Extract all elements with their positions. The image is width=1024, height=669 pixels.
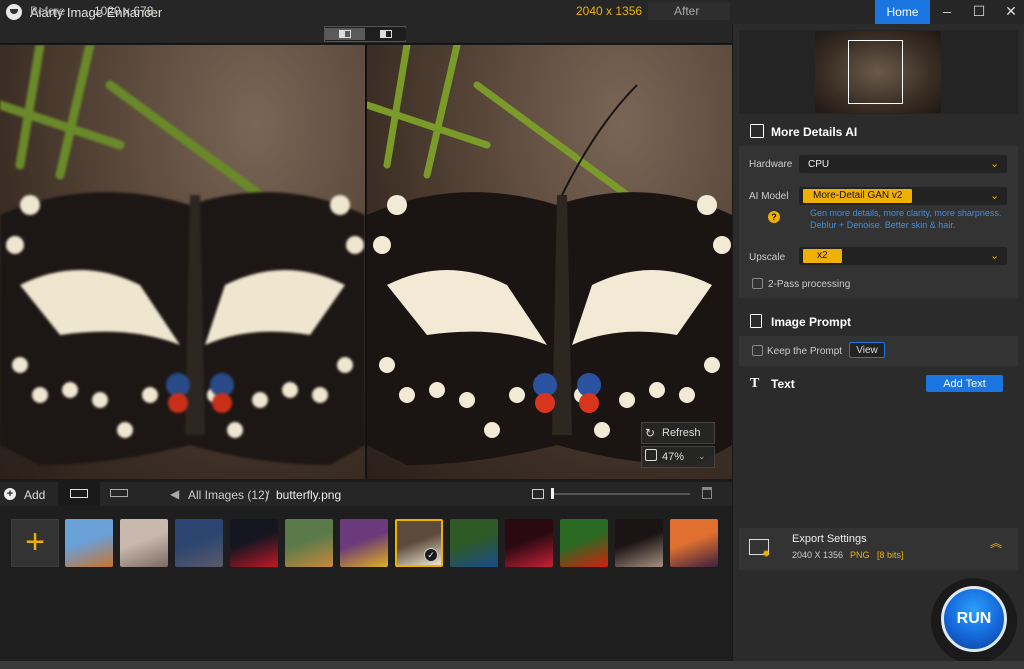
more-details-title: More Details AI [771, 125, 858, 139]
current-file-name: butterfly.png [276, 488, 342, 502]
keep-prompt-checkbox[interactable] [752, 345, 763, 356]
close-icon[interactable]: ✕ [995, 0, 1024, 24]
export-settings-panel[interactable] [739, 528, 1018, 570]
selected-check-icon: ✓ [424, 548, 438, 562]
image-size-icon [532, 489, 544, 499]
chevron-up-icon[interactable]: ︽ [990, 537, 1002, 549]
export-bit-depth: [8 bits] [877, 550, 904, 560]
split-view-icon [339, 30, 351, 38]
refresh-icon: ↻ [645, 426, 656, 440]
two-pass-checkbox[interactable] [752, 278, 763, 289]
thumbnail-sunset-street[interactable] [670, 519, 718, 567]
after-image [367, 45, 732, 479]
text-title: Text [771, 377, 795, 391]
after-size: 2040 x 1356 [576, 4, 643, 18]
document-icon [750, 314, 762, 328]
compare-divider[interactable] [365, 45, 367, 479]
ai-model-label: AI Model [749, 191, 789, 202]
text-icon: T [750, 376, 760, 391]
chevron-down-icon: ⌄ [990, 190, 1000, 202]
thumbnail-woman-portrait[interactable] [120, 519, 168, 567]
export-settings-title: Export Settings [792, 533, 867, 545]
add-image-button[interactable]: + [11, 519, 59, 567]
gear-icon: ✹ [762, 549, 771, 560]
before-label: Before [30, 4, 66, 18]
two-pass-label: 2-Pass processing [768, 279, 851, 290]
ai-model-value: More-Detail GAN v2 [803, 189, 913, 203]
thumbnail-bird-flowers[interactable] [340, 519, 388, 567]
chevron-down-icon: ⌄ [990, 158, 1000, 170]
thumbnail-red-rose[interactable] [230, 519, 278, 567]
minimize-icon[interactable]: – [931, 0, 963, 24]
back-arrow-icon[interactable]: ◀ [170, 487, 179, 501]
before-size: 1020 x 678 [94, 4, 154, 18]
status-bar [0, 661, 1024, 669]
refresh-label: Refresh [662, 427, 701, 439]
upscale-value: x2 [803, 249, 842, 263]
thumbnail-red-flowers[interactable] [505, 519, 553, 567]
add-button[interactable]: Add [24, 488, 45, 502]
zoom-icon [645, 449, 657, 461]
filmstrip-view-icon[interactable] [110, 489, 128, 497]
view-button[interactable]: View [849, 342, 885, 358]
home-button[interactable]: Home [875, 0, 930, 24]
add-text-button[interactable]: Add Text [926, 375, 1003, 392]
thumbnail-blue-bird[interactable] [450, 519, 498, 567]
help-icon[interactable]: ? [768, 211, 780, 223]
grid-view-icon [70, 489, 88, 498]
zoom-value: 47% [662, 451, 685, 463]
app-logo-icon [6, 4, 22, 20]
thumbnail-florence[interactable] [65, 519, 113, 567]
maximize-icon[interactable]: ☐ [963, 0, 995, 24]
all-images-link[interactable]: All Images (12) [188, 488, 269, 502]
thumbnail-tiger[interactable] [285, 519, 333, 567]
breadcrumb-separator: / [266, 488, 270, 502]
after-label: After [674, 4, 700, 18]
side-by-side-view-button[interactable] [366, 28, 406, 40]
before-image [0, 45, 365, 479]
ai-model-description-2: Deblur + Denoise. Better skin & hair. [810, 220, 956, 230]
split-view-button[interactable] [325, 28, 365, 40]
export-size: 2040 X 1356 [792, 550, 844, 560]
preview-viewport-frame[interactable] [848, 40, 903, 104]
image-prompt-title: Image Prompt [771, 315, 852, 329]
chevron-down-icon: ⌄ [698, 451, 706, 461]
chevron-down-icon: ⌄ [990, 250, 1000, 262]
export-format: PNG [850, 550, 870, 560]
hardware-label: Hardware [749, 159, 793, 170]
side-by-side-icon [380, 30, 392, 38]
view-mode-toggle [324, 26, 406, 42]
thumbnail-size-slider[interactable] [552, 493, 690, 495]
upscale-label: Upscale [749, 252, 786, 263]
ai-model-description-1: Gen more details, more clarity, more sha… [810, 208, 1002, 218]
hardware-dropdown[interactable] [799, 155, 1007, 173]
thumbnail-mountains[interactable] [175, 519, 223, 567]
thumbnail-red-flower[interactable] [560, 519, 608, 567]
trash-icon[interactable] [702, 487, 712, 499]
hardware-value: CPU [808, 159, 830, 170]
run-button[interactable]: RUN [941, 586, 1007, 652]
add-icon[interactable]: + [4, 488, 16, 500]
keep-prompt-label: Keep the Prompt [767, 346, 843, 357]
enhance-icon [750, 124, 764, 138]
thumbnail-woman-dark[interactable] [615, 519, 663, 567]
slider-handle[interactable] [551, 488, 554, 499]
